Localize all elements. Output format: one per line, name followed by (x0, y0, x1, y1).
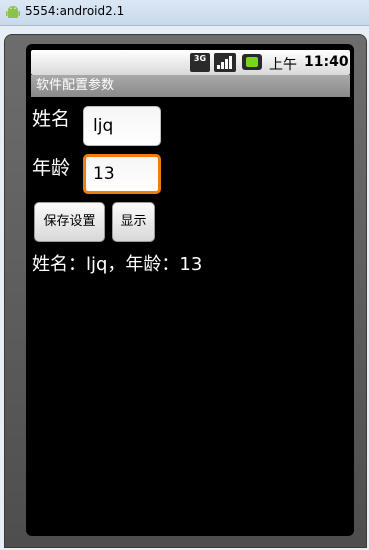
clock: 11:40 (304, 54, 349, 70)
3g-icon: 3G (190, 53, 210, 72)
network-badge: 3G (193, 54, 207, 63)
age-label: 年龄 (32, 157, 71, 179)
result-text: 姓名：ljq，年龄：13 (32, 254, 203, 275)
window-title: 5554:android2.1 (25, 4, 125, 18)
save-settings-button[interactable]: 保存设置 (34, 202, 105, 242)
signal-icon (214, 53, 236, 72)
device-screen: 3G 上午 11:40 软件配置参数 姓名 ljq 年龄 13 保存设置 显示 … (26, 44, 354, 536)
battery-icon (242, 54, 262, 70)
window-titlebar: 5554:android2.1 (0, 0, 369, 26)
android-icon (6, 6, 20, 18)
app-title: 软件配置参数 (31, 75, 350, 97)
name-label: 姓名 (32, 108, 71, 130)
show-button[interactable]: 显示 (112, 202, 155, 242)
name-field[interactable]: ljq (83, 106, 161, 146)
time-period: 上午 (269, 57, 297, 73)
age-field[interactable]: 13 (83, 154, 161, 194)
status-bar: 3G 上午 11:40 (31, 50, 350, 75)
